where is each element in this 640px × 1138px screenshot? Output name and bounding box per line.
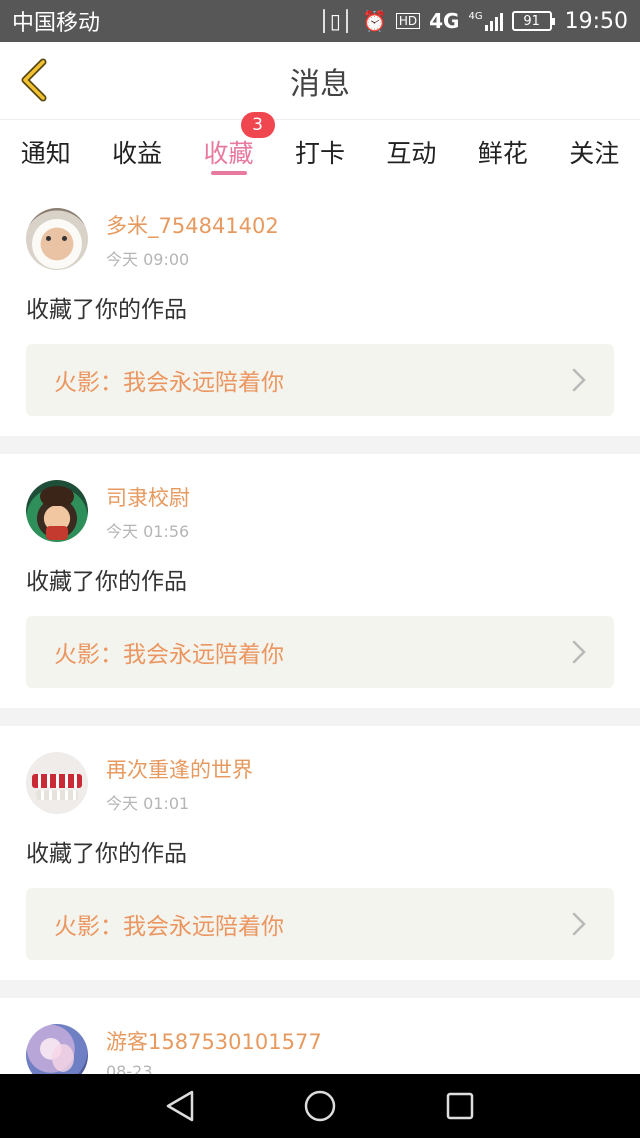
tab-earnings[interactable]: 收益 (97, 120, 177, 170)
network-type-small-label: 4G (468, 11, 483, 22)
active-tab-indicator (210, 171, 247, 175)
tab-label: 鲜花 (477, 139, 528, 168)
username[interactable]: 游客1587530101577 (106, 1028, 322, 1056)
message-card: 多米_754841402 今天 09:00 收藏了你的作品 火影：我会永远陪着你 (0, 182, 640, 436)
circle-home-icon (304, 1090, 336, 1122)
message-card: 游客1587530101577 08-23 (0, 998, 640, 1074)
tab-bar: 通知 收益 收藏 3 打卡 互动 鲜花 关注 (0, 112, 640, 182)
work-link[interactable]: 火影：我会永远陪着你 (26, 888, 614, 960)
carrier-name: 中国移动 (12, 11, 101, 36)
work-link[interactable]: 火影：我会永远陪着你 (26, 344, 614, 416)
tab-label: 打卡 (294, 139, 345, 168)
battery-icon: 91 (511, 11, 555, 31)
timestamp: 今天 09:00 (106, 250, 190, 269)
avatar[interactable] (26, 208, 88, 270)
action-text: 收藏了你的作品 (26, 569, 187, 595)
square-recents-icon (446, 1092, 474, 1120)
tab-interaction[interactable]: 互动 (371, 120, 451, 170)
tab-label: 收益 (112, 139, 163, 168)
nav-recents-button[interactable] (430, 1081, 490, 1131)
unread-badge: 3 (240, 112, 275, 138)
chevron-left-icon (21, 58, 47, 102)
work-title: 火影：我会永远陪着你 (54, 642, 284, 668)
tab-notifications[interactable]: 通知 (6, 120, 86, 170)
tab-label: 关注 (569, 139, 620, 168)
tab-favorites[interactable]: 收藏 3 (189, 112, 275, 175)
clock: 19:50 (564, 8, 628, 34)
nav-home-button[interactable] (290, 1081, 350, 1131)
work-link[interactable]: 火影：我会永远陪着你 (26, 616, 614, 688)
vibrate-icon: │▯│ (317, 9, 353, 33)
timestamp: 今天 01:01 (106, 794, 190, 813)
tab-label: 通知 (20, 139, 71, 168)
triangle-back-icon (166, 1090, 194, 1122)
tab-follow[interactable]: 关注 (554, 120, 634, 170)
username[interactable]: 多米_754841402 (106, 212, 279, 240)
alarm-icon: ⏰ (361, 9, 387, 33)
work-title: 火影：我会永远陪着你 (54, 370, 284, 396)
tab-checkin[interactable]: 打卡 (280, 120, 360, 170)
action-text: 收藏了你的作品 (26, 841, 187, 867)
avatar[interactable] (26, 752, 88, 814)
message-list[interactable]: 多米_754841402 今天 09:00 收藏了你的作品 火影：我会永远陪着你… (0, 182, 640, 1074)
username[interactable]: 司隶校尉 (106, 484, 190, 512)
timestamp: 今天 01:56 (106, 522, 190, 541)
chevron-right-icon (572, 640, 586, 664)
tab-flowers[interactable]: 鲜花 (463, 120, 543, 170)
timestamp: 08-23 (106, 1062, 153, 1074)
avatar[interactable] (26, 480, 88, 542)
work-title: 火影：我会永远陪着你 (54, 914, 284, 940)
back-button[interactable] (14, 56, 54, 104)
message-card: 司隶校尉 今天 01:56 收藏了你的作品 火影：我会永远陪着你 (0, 454, 640, 708)
signal-icon: 4G (468, 11, 503, 31)
action-text: 收藏了你的作品 (26, 297, 187, 323)
page-title: 消息 (290, 66, 350, 102)
tab-label: 互动 (386, 139, 437, 168)
status-icons: │▯│ ⏰ HD 4G 4G 91 19:50 (318, 9, 628, 34)
avatar[interactable] (26, 1024, 88, 1074)
hd-icon: HD (395, 13, 421, 29)
chevron-right-icon (572, 368, 586, 392)
app-header: 消息 (0, 42, 640, 120)
battery-level: 91 (523, 13, 540, 29)
username[interactable]: 再次重逢的世界 (106, 756, 253, 784)
tab-label: 收藏 (203, 139, 254, 168)
network-type-label: 4G (429, 9, 460, 33)
system-nav-bar (0, 1074, 640, 1138)
status-bar: 中国移动 │▯│ ⏰ HD 4G 4G 91 19:50 (0, 0, 640, 42)
message-card: 再次重逢的世界 今天 01:01 收藏了你的作品 火影：我会永远陪着你 (0, 726, 640, 980)
nav-back-button[interactable] (150, 1081, 210, 1131)
chevron-right-icon (572, 912, 586, 936)
